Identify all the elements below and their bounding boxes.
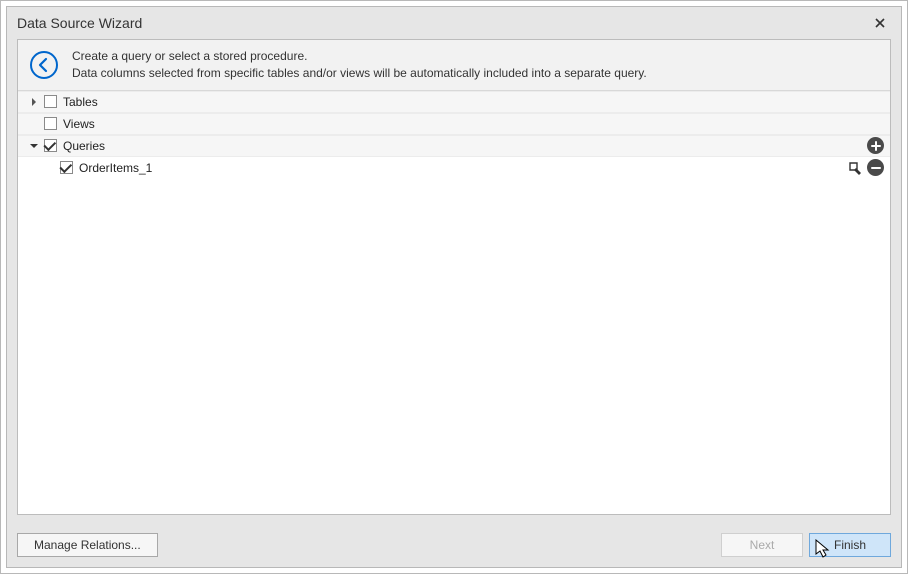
manage-relations-button[interactable]: Manage Relations... xyxy=(17,533,158,557)
remove-icon xyxy=(871,163,881,173)
edit-query-button[interactable] xyxy=(846,159,863,176)
tree-category-queries[interactable]: Queries xyxy=(18,135,890,157)
checkbox-views[interactable] xyxy=(44,117,57,130)
label-query-item: OrderItems_1 xyxy=(79,161,152,175)
chevron-down-icon xyxy=(30,142,38,150)
add-icon xyxy=(871,141,881,151)
label-views: Views xyxy=(63,117,95,131)
hint-line1: Create a query or select a stored proced… xyxy=(72,48,647,65)
wizard-outer-frame: Data Source Wizard Create a query or sel… xyxy=(0,0,908,574)
wizard-footer: Manage Relations... Next Finish xyxy=(7,525,901,567)
tree-category-tables[interactable]: Tables xyxy=(18,91,890,113)
window-title: Data Source Wizard xyxy=(17,15,869,31)
remove-query-button[interactable] xyxy=(867,159,884,176)
checkbox-queries[interactable] xyxy=(44,139,57,152)
close-icon xyxy=(875,18,885,28)
hint-panel: Create a query or select a stored proced… xyxy=(18,40,890,91)
back-icon xyxy=(36,57,52,73)
label-tables: Tables xyxy=(63,95,98,109)
wizard-window: Data Source Wizard Create a query or sel… xyxy=(6,6,902,568)
expander-queries[interactable] xyxy=(28,140,40,152)
close-button[interactable] xyxy=(869,13,891,33)
checkbox-tables[interactable] xyxy=(44,95,57,108)
tree-category-views[interactable]: Views xyxy=(18,113,890,135)
next-button: Next xyxy=(721,533,803,557)
titlebar: Data Source Wizard xyxy=(7,7,901,39)
expander-tables[interactable] xyxy=(28,96,40,108)
hint-line2: Data columns selected from specific tabl… xyxy=(72,65,647,82)
label-queries: Queries xyxy=(63,139,105,153)
hint-text: Create a query or select a stored proced… xyxy=(72,48,647,82)
schema-tree[interactable]: Tables Views Queries xyxy=(18,91,890,514)
checkbox-query-item[interactable] xyxy=(60,161,73,174)
add-query-button[interactable] xyxy=(867,137,884,154)
tree-item-query[interactable]: OrderItems_1 xyxy=(18,157,890,179)
wizard-body: Create a query or select a stored proced… xyxy=(17,39,891,515)
back-button[interactable] xyxy=(30,51,58,79)
edit-query-icon xyxy=(847,160,863,176)
finish-button[interactable]: Finish xyxy=(809,533,891,557)
chevron-right-icon xyxy=(30,98,38,106)
